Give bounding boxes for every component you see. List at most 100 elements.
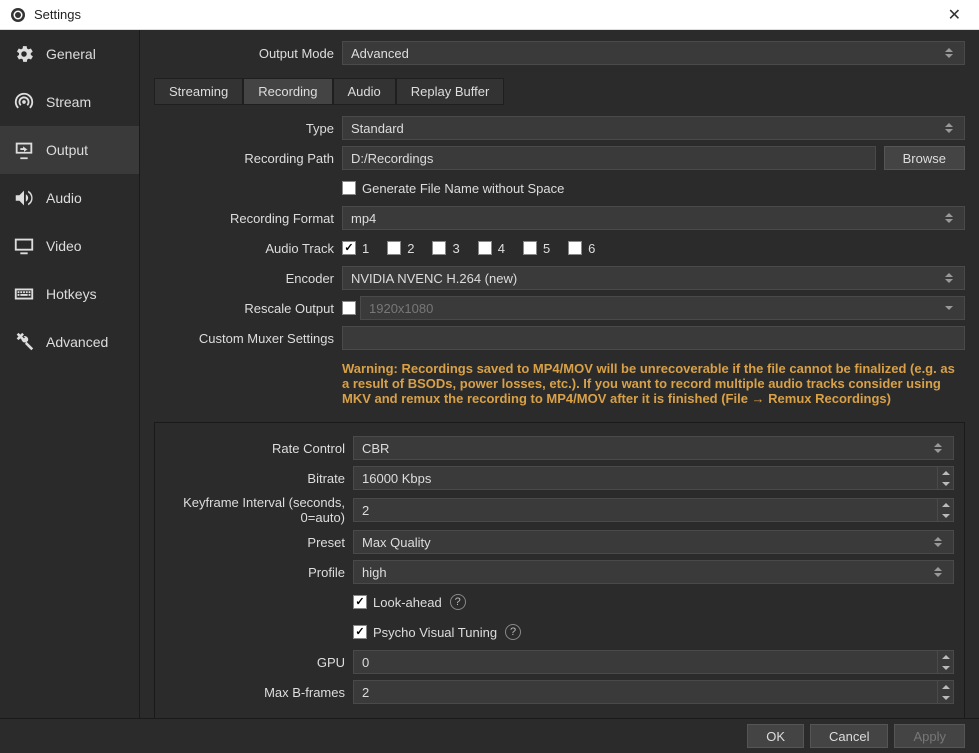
spin-down-icon[interactable] (938, 510, 953, 521)
keyframe-interval-label: Keyframe Interval (seconds, 0=auto) (165, 495, 345, 525)
select-arrows-icon (931, 533, 945, 551)
bitrate-label: Bitrate (165, 471, 345, 486)
rate-control-label: Rate Control (165, 441, 345, 456)
spin-down-icon[interactable] (938, 662, 953, 673)
keyframe-interval-input[interactable] (353, 498, 938, 522)
track-4-checkbox[interactable] (478, 241, 492, 255)
select-arrows-icon (942, 119, 956, 137)
monitor-arrow-icon (12, 138, 36, 162)
sidebar-item-general[interactable]: General (0, 30, 139, 78)
apply-button[interactable]: Apply (894, 724, 965, 748)
custom-muxer-input[interactable] (342, 326, 965, 350)
obs-logo-icon (10, 7, 26, 23)
output-tabs: Streaming Recording Audio Replay Buffer (154, 78, 965, 105)
sidebar-item-audio[interactable]: Audio (0, 174, 139, 222)
type-label: Type (154, 121, 334, 136)
rescale-output-select[interactable]: 1920x1080 (360, 296, 965, 320)
max-bframes-input[interactable] (353, 680, 938, 704)
gpu-label: GPU (165, 655, 345, 670)
sidebar-item-video[interactable]: Video (0, 222, 139, 270)
psycho-visual-checkbox[interactable] (353, 625, 367, 639)
close-button[interactable]: ✕ (940, 3, 969, 27)
cancel-button[interactable]: Cancel (810, 724, 888, 748)
sidebar-item-label: General (46, 46, 96, 62)
monitor-icon (12, 234, 36, 258)
bitrate-input[interactable] (353, 466, 938, 490)
rescale-output-checkbox[interactable] (342, 301, 356, 315)
select-arrows-icon (942, 209, 956, 227)
sidebar-item-output[interactable]: Output (0, 126, 139, 174)
gen-filename-checkbox[interactable] (342, 181, 356, 195)
profile-label: Profile (165, 565, 345, 580)
profile-select[interactable]: high (353, 560, 954, 584)
gen-filename-label: Generate File Name without Space (362, 181, 564, 196)
sidebar-item-label: Stream (46, 94, 91, 110)
spin-down-icon[interactable] (938, 478, 953, 489)
dialog-button-bar: OK Cancel Apply (0, 718, 979, 753)
track-3-label: 3 (452, 241, 459, 256)
output-mode-label: Output Mode (154, 46, 334, 61)
chevron-down-icon (942, 299, 956, 317)
recording-path-input[interactable] (342, 146, 876, 170)
recording-format-label: Recording Format (154, 211, 334, 226)
window-title: Settings (34, 7, 81, 22)
sidebar-item-stream[interactable]: Stream (0, 78, 139, 126)
encoder-select[interactable]: NVIDIA NVENC H.264 (new) (342, 266, 965, 290)
track-1-checkbox[interactable] (342, 241, 356, 255)
gear-icon (12, 42, 36, 66)
track-2-checkbox[interactable] (387, 241, 401, 255)
sidebar-item-hotkeys[interactable]: Hotkeys (0, 270, 139, 318)
recording-format-select[interactable]: mp4 (342, 206, 965, 230)
track-3-checkbox[interactable] (432, 241, 446, 255)
recording-path-label: Recording Path (154, 151, 334, 166)
track-6-label: 6 (588, 241, 595, 256)
titlebar: Settings ✕ (0, 0, 979, 30)
gpu-input[interactable] (353, 650, 938, 674)
help-icon[interactable]: ? (505, 624, 521, 640)
output-mode-select[interactable]: Advanced (342, 41, 965, 65)
track-6-checkbox[interactable] (568, 241, 582, 255)
sidebar-item-label: Video (46, 238, 82, 254)
track-4-label: 4 (498, 241, 505, 256)
spin-up-icon[interactable] (938, 499, 953, 510)
content-panel: Output Mode Advanced Streaming Recording… (140, 30, 979, 718)
spin-up-icon[interactable] (938, 467, 953, 478)
type-select[interactable]: Standard (342, 116, 965, 140)
speaker-icon (12, 186, 36, 210)
spin-up-icon[interactable] (938, 651, 953, 662)
tools-icon (12, 330, 36, 354)
keyboard-icon (12, 282, 36, 306)
spin-down-icon[interactable] (938, 692, 953, 703)
browse-button[interactable]: Browse (884, 146, 965, 170)
preset-select[interactable]: Max Quality (353, 530, 954, 554)
audio-track-label: Audio Track (154, 241, 334, 256)
psycho-visual-label: Psycho Visual Tuning (373, 625, 497, 640)
max-bframes-label: Max B-frames (165, 685, 345, 700)
sidebar-item-label: Hotkeys (46, 286, 97, 302)
track-5-label: 5 (543, 241, 550, 256)
sidebar: General Stream Output Audio Video (0, 30, 140, 718)
track-5-checkbox[interactable] (523, 241, 537, 255)
track-1-label: 1 (362, 241, 369, 256)
lookahead-checkbox[interactable] (353, 595, 367, 609)
spin-up-icon[interactable] (938, 681, 953, 692)
select-arrows-icon (942, 269, 956, 287)
select-arrows-icon (942, 44, 956, 62)
select-arrows-icon (931, 439, 945, 457)
ok-button[interactable]: OK (747, 724, 804, 748)
lookahead-label: Look-ahead (373, 595, 442, 610)
sidebar-item-label: Output (46, 142, 88, 158)
sidebar-item-label: Audio (46, 190, 82, 206)
rate-control-select[interactable]: CBR (353, 436, 954, 460)
rescale-output-label: Rescale Output (154, 301, 334, 316)
custom-muxer-label: Custom Muxer Settings (154, 331, 334, 346)
preset-label: Preset (165, 535, 345, 550)
encoder-label: Encoder (154, 271, 334, 286)
help-icon[interactable]: ? (450, 594, 466, 610)
tab-streaming[interactable]: Streaming (154, 78, 243, 105)
tab-replay-buffer[interactable]: Replay Buffer (396, 78, 505, 105)
sidebar-item-advanced[interactable]: Advanced (0, 318, 139, 366)
tab-audio[interactable]: Audio (333, 78, 396, 105)
tab-recording[interactable]: Recording (243, 78, 332, 105)
track-2-label: 2 (407, 241, 414, 256)
